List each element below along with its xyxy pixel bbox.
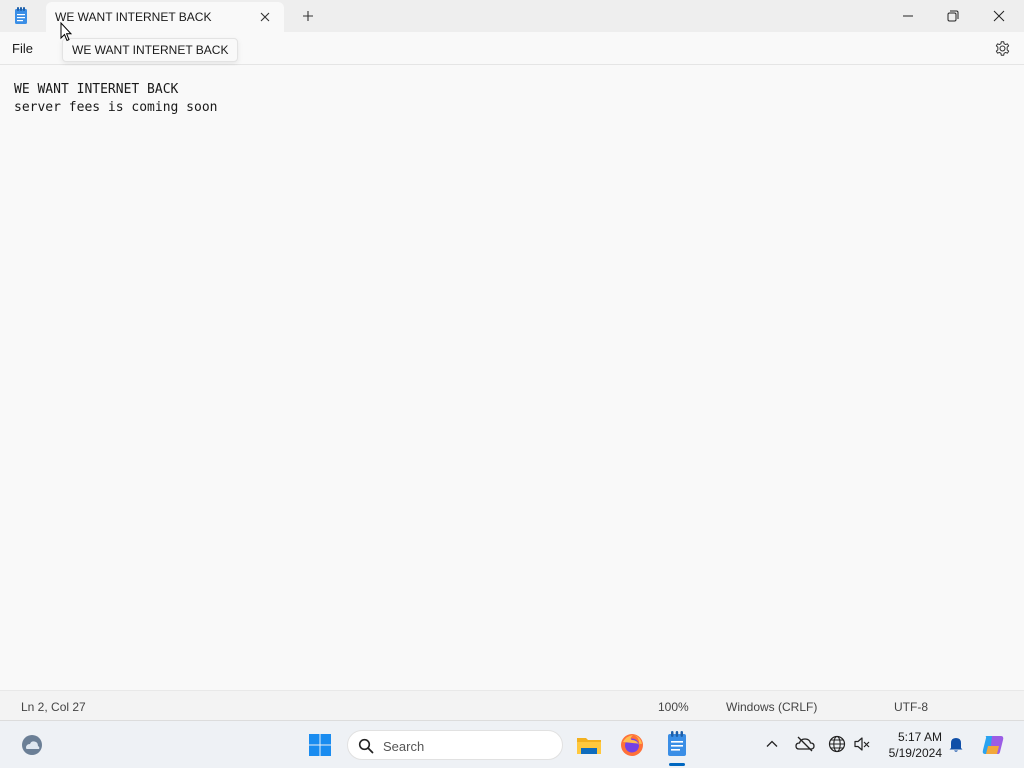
tab-title: WE WANT INTERNET BACK <box>55 10 212 24</box>
copilot-icon[interactable] <box>980 732 1006 758</box>
taskbar: Search 5:17 AM 5/19/2024 <box>0 720 1024 768</box>
volume-icon[interactable] <box>853 735 871 753</box>
firefox-icon[interactable] <box>620 733 644 757</box>
minimize-button[interactable] <box>885 0 931 32</box>
restore-button[interactable] <box>930 0 976 32</box>
status-bar: Ln 2, Col 27 100% Windows (CRLF) UTF-8 <box>0 690 1024 720</box>
document-tab[interactable]: WE WANT INTERNET BACK <box>46 2 284 32</box>
notepad-icon[interactable] <box>666 731 688 757</box>
cloud-off-icon[interactable] <box>795 735 815 753</box>
plus-icon <box>303 11 313 21</box>
encoding[interactable]: UTF-8 <box>894 700 928 714</box>
file-explorer-icon[interactable] <box>576 733 602 757</box>
minimize-icon <box>903 15 913 17</box>
close-icon <box>993 10 1005 22</box>
system-clock[interactable]: 5:17 AM 5/19/2024 <box>880 729 942 761</box>
tab-tooltip: WE WANT INTERNET BACK <box>62 38 239 62</box>
close-button[interactable] <box>976 0 1022 32</box>
taskbar-search[interactable]: Search <box>347 730 563 760</box>
start-icon[interactable] <box>308 733 332 757</box>
restore-icon <box>947 10 959 22</box>
title-bar: WE WANT INTERNET BACK <box>0 0 1024 32</box>
search-label: Search <box>383 739 425 754</box>
zoom-level[interactable]: 100% <box>658 700 689 714</box>
close-icon[interactable] <box>258 10 272 24</box>
weather-icon[interactable] <box>20 733 44 757</box>
bell-icon[interactable] <box>948 735 964 753</box>
notepad-icon <box>14 7 28 25</box>
active-app-indicator <box>669 763 685 766</box>
network-icon[interactable] <box>828 735 846 753</box>
search-icon <box>358 738 374 754</box>
chevron-up-icon[interactable] <box>765 737 779 751</box>
menu-file[interactable]: File <box>12 41 33 56</box>
gear-icon[interactable] <box>994 40 1011 57</box>
mouse-cursor-icon <box>60 21 73 42</box>
cursor-position: Ln 2, Col 27 <box>21 700 86 714</box>
new-tab-button[interactable] <box>300 8 316 24</box>
clock-time: 5:17 AM <box>897 730 942 744</box>
editor-line: WE WANT INTERNET BACK <box>14 82 179 97</box>
line-ending[interactable]: Windows (CRLF) <box>726 700 817 714</box>
clock-date: 5/19/2024 <box>888 746 942 760</box>
text-editor[interactable]: WE WANT INTERNET BACK server fees is com… <box>0 66 1024 690</box>
editor-line: server fees is coming soon <box>14 100 218 115</box>
